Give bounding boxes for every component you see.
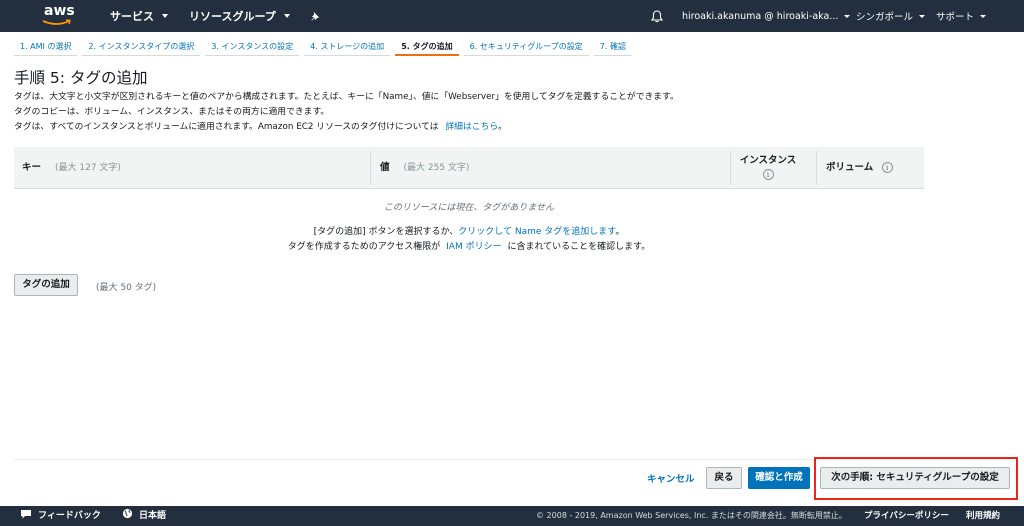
- description-line-2: タグのコピーは、ボリューム、インスタンス、またはその両方に適用できます。: [14, 107, 330, 117]
- step-add-tags[interactable]: 5. タグの追加: [395, 38, 459, 56]
- feedback-label: フィードバック: [38, 511, 101, 521]
- key-label: キー: [22, 162, 42, 173]
- step-add-storage[interactable]: 4. ストレージの追加: [304, 38, 391, 56]
- info-icon[interactable]: i: [762, 169, 774, 180]
- region-label: シンガポール: [856, 12, 914, 23]
- column-header-volume: ボリューム i: [826, 147, 893, 189]
- column-divider: [370, 151, 371, 185]
- add-tag-button[interactable]: タグの追加: [14, 274, 78, 296]
- language-selector[interactable]: 日本語: [122, 506, 166, 526]
- chevron-down-icon: [162, 14, 168, 18]
- description-line-3-text: タグは、すべてのインスタンスとボリュームに適用されます。Amazon EC2 リ…: [14, 122, 439, 132]
- column-divider: [816, 151, 817, 185]
- add-name-tag-link[interactable]: クリックして Name タグを追加します: [458, 227, 615, 237]
- notifications-button[interactable]: [651, 0, 663, 32]
- review-and-launch-button[interactable]: 確認と作成: [748, 467, 810, 489]
- pin-button[interactable]: [310, 0, 321, 32]
- description-line-3: タグは、すべてのインスタンスとボリュームに適用されます。Amazon EC2 リ…: [14, 119, 507, 132]
- language-label: 日本語: [139, 511, 167, 521]
- aws-logo[interactable]: aws: [42, 3, 76, 29]
- learn-more-link[interactable]: 詳細はこちら: [445, 122, 498, 132]
- help-line-2-suffix: に含まれていることを確認します。: [507, 242, 651, 252]
- globe-icon: [122, 508, 133, 519]
- wizard-steps: 1. AMI の選択 2. インスタンスタイプの選択 3. インスタンスの設定 …: [14, 38, 637, 56]
- chevron-down-icon: [283, 14, 290, 18]
- chevron-down-icon: [919, 14, 926, 18]
- column-divider: [730, 151, 731, 185]
- resource-groups-menu[interactable]: リソースグループ: [189, 0, 290, 32]
- empty-table-message: このリソースには現在、タグがありません: [383, 203, 555, 213]
- account-menu[interactable]: hiroaki.akanuma @ hiroaki-aka...: [682, 0, 851, 32]
- step-configure-security-group[interactable]: 6. セキュリティグループの設定: [463, 38, 589, 56]
- support-label: サポート: [936, 12, 975, 23]
- iam-policy-link[interactable]: IAM ポリシー: [446, 242, 501, 252]
- step-review[interactable]: 7. 確認: [593, 38, 632, 56]
- value-label: 値: [380, 162, 390, 173]
- help-line-1: [タグの追加] ボタンを選択するか、クリックして Name タグを追加します。: [14, 224, 924, 237]
- terms-of-use-link[interactable]: 利用規約: [966, 506, 1000, 526]
- description-line-3-suffix: 。: [498, 122, 507, 132]
- copyright-text: © 2008 - 2019, Amazon Web Services, Inc.…: [536, 511, 847, 520]
- instance-label: インスタンス: [739, 155, 797, 166]
- column-header-value: 値 (最大 255 文字): [380, 147, 469, 189]
- help-line-1-suffix: 。: [615, 227, 625, 237]
- tags-table-header: キー (最大 127 文字) 値 (最大 255 文字) インスタンス i ボリュー…: [14, 147, 924, 189]
- chevron-down-icon: [844, 14, 851, 18]
- footer: フィードバック 日本語 © 2008 - 2019, Amazon Web Se…: [0, 506, 1024, 526]
- help-line-2: タグを作成するためのアクセス権限が IAM ポリシー に含まれていることを確認し…: [14, 239, 924, 252]
- step-choose-instance-type[interactable]: 2. インスタンスタイプの選択: [82, 38, 201, 56]
- page-title: 手順 5: タグの追加: [14, 69, 148, 87]
- pin-icon: [311, 11, 320, 21]
- privacy-policy-link[interactable]: プライバシーポリシー: [864, 506, 949, 526]
- speech-bubble-icon: [21, 510, 31, 519]
- value-hint: (最大 255 文字): [403, 163, 470, 173]
- help-line-1-text: [タグの追加] ボタンを選択するか、: [313, 227, 459, 237]
- support-menu[interactable]: サポート: [936, 0, 987, 32]
- aws-smile-icon: [42, 19, 71, 25]
- max-tags-hint: (最大 50 タグ): [96, 283, 157, 293]
- resource-groups-label: リソースグループ: [189, 10, 276, 23]
- back-button[interactable]: 戻る: [706, 467, 742, 489]
- services-menu[interactable]: サービス: [110, 0, 168, 32]
- feedback-button[interactable]: フィードバック: [20, 506, 101, 526]
- cancel-button[interactable]: キャンセル: [647, 471, 695, 485]
- volume-label: ボリューム: [826, 162, 874, 173]
- services-label: サービス: [110, 10, 154, 23]
- account-label: hiroaki.akanuma @ hiroaki-aka...: [682, 10, 839, 22]
- aws-logo-text: aws: [44, 3, 75, 19]
- help-line-2-text: タグを作成するためのアクセス権限が: [287, 242, 441, 252]
- highlight-annotation: [814, 457, 1018, 500]
- key-hint: (最大 127 文字): [55, 163, 121, 173]
- column-header-instance: インスタンス i: [736, 155, 800, 181]
- info-icon[interactable]: i: [881, 162, 893, 173]
- top-navigation-bar: aws サービス リソースグループ hiroaki.akanuma @ hiro…: [0, 0, 1024, 32]
- chevron-down-icon: [980, 14, 987, 18]
- step-choose-ami[interactable]: 1. AMI の選択: [14, 38, 78, 56]
- description-line-1: タグは、大文字と小文字が区別されるキーと値のペアから構成されます。たとえば、キー…: [14, 92, 679, 102]
- region-menu[interactable]: シンガポール: [856, 0, 926, 32]
- bell-icon: [651, 9, 663, 22]
- step-configure-instance[interactable]: 3. インスタンスの設定: [205, 38, 300, 56]
- column-header-key: キー (最大 127 文字): [22, 147, 121, 189]
